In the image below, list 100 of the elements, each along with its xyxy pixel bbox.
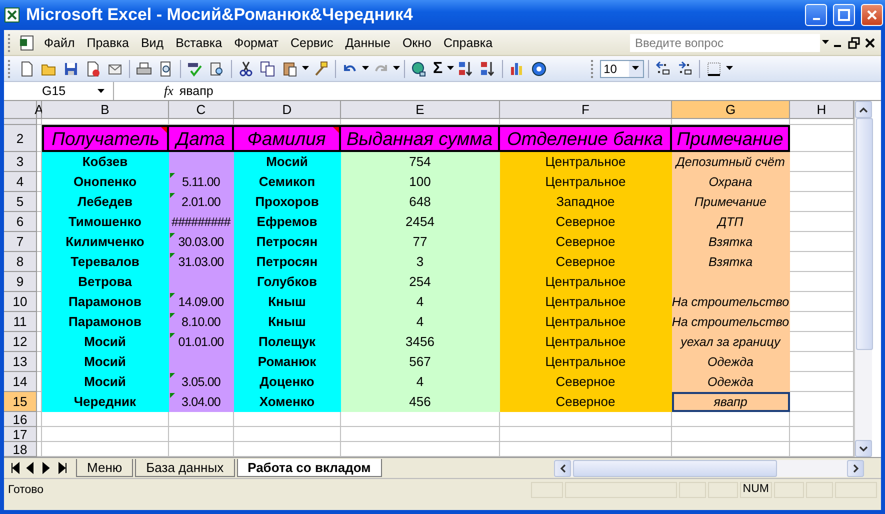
insert-function-button[interactable]: fx [164,83,174,99]
empty-cell[interactable] [37,427,42,442]
column-header[interactable]: B [42,101,169,119]
table-cell[interactable]: 4 [341,312,500,332]
table-cell[interactable]: Северное [500,392,672,412]
table-cell[interactable]: 77 [341,232,500,252]
table-cell[interactable]: Чередник [42,392,169,412]
table-cell[interactable]: На строительство [672,292,790,312]
close-icon[interactable] [863,36,877,50]
table-cell[interactable]: Центральное [500,152,672,172]
menu-item[interactable]: Правка [82,32,134,52]
menu-item[interactable]: Вид [136,32,169,52]
table-cell[interactable]: 3456 [341,332,500,352]
row-header[interactable]: 14 [4,372,37,392]
autosum-button[interactable]: Σ [431,60,445,78]
table-cell[interactable]: 754 [341,152,500,172]
table-cell[interactable]: Полещук [234,332,341,352]
table-cell[interactable]: 5.11.00 [169,172,234,192]
table-cell[interactable]: Мосий [42,372,169,392]
caret-icon[interactable] [362,66,369,71]
close-button[interactable] [861,4,883,26]
table-cell[interactable]: Мосий [42,352,169,372]
table-cell[interactable]: 4 [341,292,500,312]
formula-field[interactable]: явапр [179,84,214,98]
table-cell[interactable]: 30.03.00 [169,232,234,252]
menu-item[interactable]: Вставка [170,32,228,52]
table-cell[interactable]: Северное [500,252,672,272]
table-cell[interactable]: 456 [341,392,500,412]
table-cell[interactable]: 2454 [341,212,500,232]
table-cell[interactable]: Ефремов [234,212,341,232]
maximize-button[interactable] [833,4,855,26]
sheet-tab[interactable]: Меню [76,459,134,477]
table-cell[interactable]: Центральное [500,312,672,332]
table-cell[interactable]: Прохоров [234,192,341,212]
empty-cell[interactable] [234,412,341,427]
scrollbar-thumb[interactable] [573,460,777,476]
table-cell[interactable]: Петросян [234,252,341,272]
row-header[interactable]: 5 [4,192,37,212]
scroll-up-button[interactable] [855,101,872,118]
menu-item[interactable]: Данные [340,32,396,52]
table-cell[interactable]: Хоменко [234,392,341,412]
table-cell[interactable]: Кныш [234,312,341,332]
table-cell[interactable]: Центральное [500,172,672,192]
caret-icon[interactable] [822,40,829,45]
empty-cell[interactable] [169,427,234,442]
empty-cell[interactable] [234,427,341,442]
caret-icon[interactable] [726,66,733,71]
table-cell[interactable]: Центральное [500,332,672,352]
table-cell[interactable]: Голубков [234,272,341,292]
row-header[interactable]: 15 [4,392,37,412]
row-header[interactable]: 13 [4,352,37,372]
table-cell[interactable]: Взятка [672,252,790,272]
row-header[interactable]: 2 [4,125,37,152]
table-cell[interactable]: 01.01.00 [169,332,234,352]
table-cell[interactable]: Центральное [500,272,672,292]
name-box[interactable]: G15 [4,82,114,100]
empty-cell[interactable] [672,412,790,427]
scrollbar-thumb[interactable] [856,118,873,350]
table-cell[interactable]: Охрана [672,172,790,192]
table-cell[interactable]: Северное [500,372,672,392]
table-cell[interactable]: Одежда [672,352,790,372]
restore-icon[interactable] [847,36,861,50]
table-cell[interactable]: 8.10.00 [169,312,234,332]
table-cell[interactable]: Мосий [234,152,341,172]
table-cell[interactable]: Кобзев [42,152,169,172]
sheet-tab[interactable]: Работа со вкладом [236,459,382,477]
column-header[interactable]: F [500,101,672,119]
row-header[interactable]: 7 [4,232,37,252]
table-cell[interactable]: Кныш [234,292,341,312]
table-cell[interactable]: Взятка [672,232,790,252]
table-cell[interactable]: 3.04.00 [169,392,234,412]
table-cell[interactable]: 4 [341,372,500,392]
table-cell[interactable]: Лебедев [42,192,169,212]
empty-cell[interactable] [341,427,500,442]
caret-icon[interactable] [446,66,454,71]
table-cell[interactable]: 648 [341,192,500,212]
font-size-field[interactable]: 10 [600,60,644,78]
row-header[interactable]: 9 [4,272,37,292]
row-header[interactable]: 17 [4,427,37,442]
table-cell[interactable]: Депозитный счёт [672,152,790,172]
table-cell[interactable]: Романюк [234,352,341,372]
row-header[interactable]: 4 [4,172,37,192]
help-search-field[interactable]: Введите вопрос [630,34,820,52]
row-header[interactable]: 12 [4,332,37,352]
empty-cell[interactable] [169,412,234,427]
table-cell[interactable]: Парамонов [42,292,169,312]
table-cell[interactable]: 14.09.00 [169,292,234,312]
table-cell[interactable]: Доценко [234,372,341,392]
table-cell[interactable]: ДТП [672,212,790,232]
empty-cell[interactable] [37,412,42,427]
minimize-button[interactable] [805,4,827,26]
table-cell[interactable]: Северное [500,212,672,232]
row-header[interactable]: 11 [4,312,37,332]
empty-cell[interactable] [500,412,672,427]
table-cell[interactable]: Тимошенко [42,212,169,232]
table-cell[interactable]: Центральное [500,352,672,372]
row-header[interactable] [4,119,37,125]
menu-item[interactable]: Файл [39,32,80,52]
table-cell[interactable]: Северное [500,232,672,252]
row-header[interactable]: 16 [4,412,37,427]
